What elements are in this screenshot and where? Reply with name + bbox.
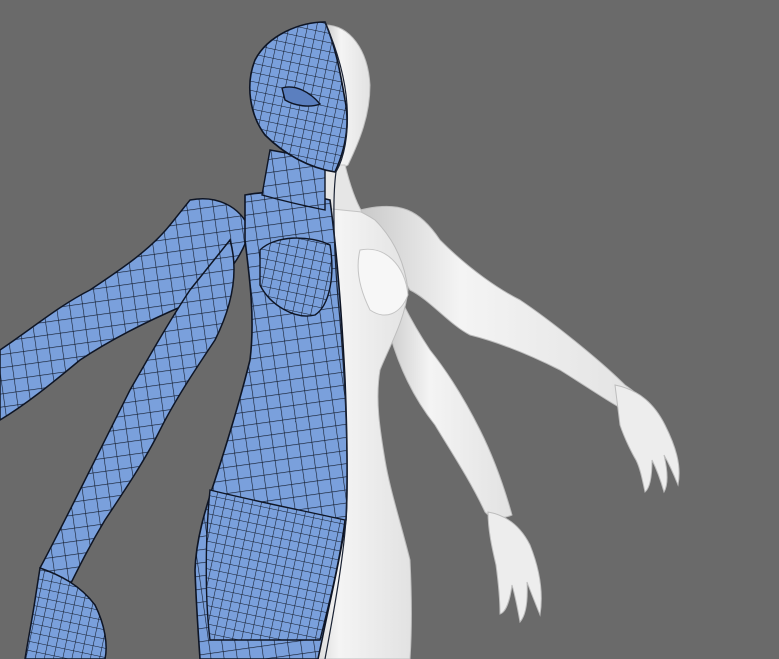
- shaded-left-hand: [487, 511, 542, 624]
- shaded-half: [299, 24, 680, 659]
- shaded-right-hand: [614, 384, 680, 494]
- 3d-viewport[interactable]: [0, 0, 779, 659]
- character-model[interactable]: [0, 0, 779, 659]
- wireframe-half: [0, 21, 348, 659]
- wireframe-left-hand: [24, 566, 107, 659]
